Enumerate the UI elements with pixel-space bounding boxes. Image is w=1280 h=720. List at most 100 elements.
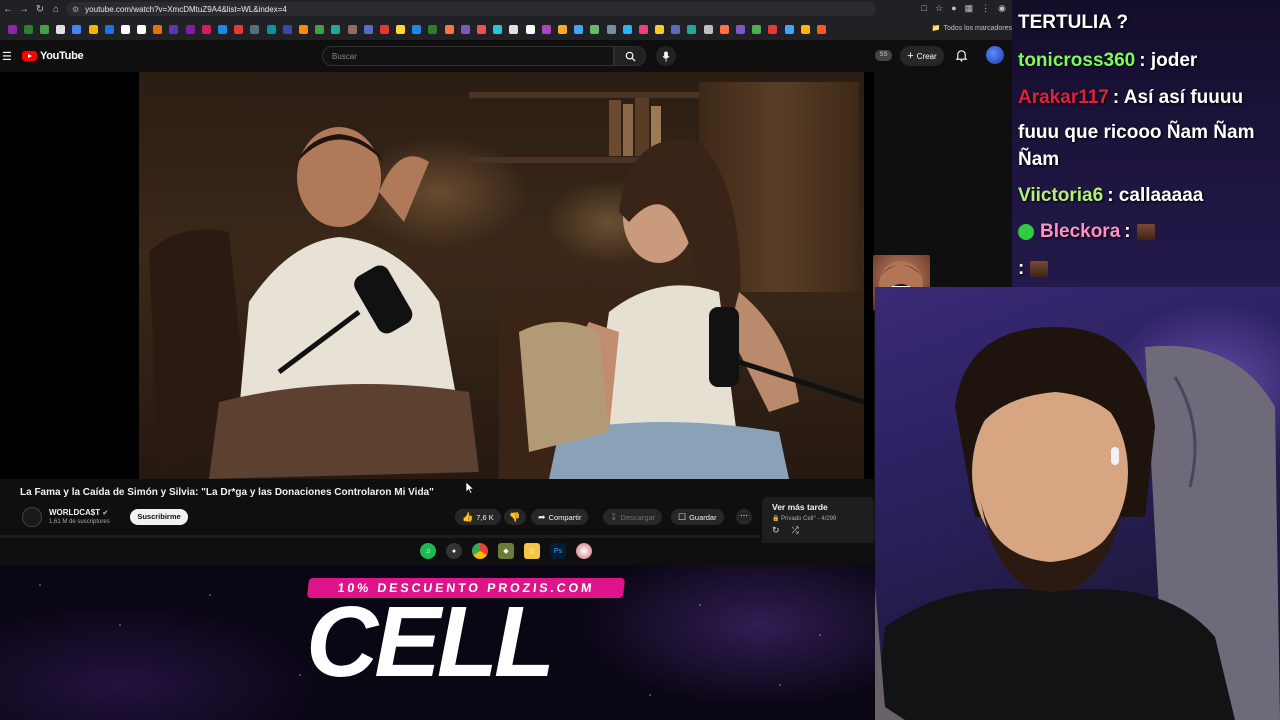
- bookmark-favicon-icon[interactable]: [412, 24, 422, 34]
- bookmark-favicon-icon[interactable]: [428, 24, 438, 34]
- photoshop-icon[interactable]: Ps: [550, 543, 566, 559]
- bookmark-favicon-icon[interactable]: [477, 24, 487, 34]
- more-horizontal-icon: ⋯: [740, 511, 748, 520]
- bookmark-favicon-icon[interactable]: [72, 24, 82, 34]
- bookmark-favicon-icon[interactable]: [153, 24, 163, 34]
- bookmark-favicon-icon[interactable]: [525, 24, 535, 34]
- download-button[interactable]: ↧ Descargar: [603, 509, 663, 525]
- bookmark-favicon-icon[interactable]: [7, 24, 17, 34]
- bookmark-favicon-icon[interactable]: [23, 24, 33, 34]
- spotify-icon[interactable]: ♫: [420, 543, 436, 559]
- file-explorer-icon[interactable]: ▯: [524, 543, 540, 559]
- bookmark-favicon-icon[interactable]: [703, 24, 713, 34]
- bookmark-favicon-icon[interactable]: [379, 24, 389, 34]
- more-actions-button[interactable]: ⋯: [736, 509, 752, 525]
- chat-username[interactable]: Bleckora: [1040, 221, 1120, 242]
- bookmark-favicon-icon[interactable]: [574, 24, 584, 34]
- loop-icon[interactable]: ↻: [772, 525, 780, 536]
- bookmark-favicon-icon[interactable]: [315, 24, 325, 34]
- all-bookmarks[interactable]: 📁 Todos los marcadores: [932, 24, 1012, 33]
- share-button[interactable]: ➦ Compartir: [531, 509, 589, 525]
- channel-avatar[interactable]: [22, 507, 42, 527]
- save-button[interactable]: ☐ Guardar: [671, 509, 724, 525]
- bookmark-favicon-icon[interactable]: [56, 24, 66, 34]
- notifications-icon[interactable]: [955, 49, 968, 62]
- bookmark-favicon-icon[interactable]: [266, 24, 276, 34]
- bookmark-favicon-icon[interactable]: [137, 24, 147, 34]
- bookmark-favicon-icon[interactable]: [557, 24, 567, 34]
- bookmark-favicon-icon[interactable]: [201, 24, 211, 34]
- back-icon[interactable]: ←: [0, 1, 16, 17]
- home-icon[interactable]: ⌂: [48, 1, 64, 17]
- bookmark-favicon-icon[interactable]: [347, 24, 357, 34]
- chat-username[interactable]: tonicross360: [1018, 50, 1135, 71]
- bookmark-favicon-icon[interactable]: [800, 24, 810, 34]
- site-info-icon[interactable]: ⚙: [72, 5, 79, 14]
- obs-icon[interactable]: ●: [446, 543, 462, 559]
- bookmark-favicon-icon[interactable]: [234, 24, 244, 34]
- chrome-icon[interactable]: [472, 543, 488, 559]
- like-button[interactable]: 👍 7,6 K: [455, 509, 501, 525]
- bookmark-favicon-icon[interactable]: [250, 24, 260, 34]
- bookmark-favicon-icon[interactable]: [185, 24, 195, 34]
- youtube-logo[interactable]: YouTube: [22, 50, 84, 62]
- voice-search-button[interactable]: [656, 46, 676, 66]
- bookmark-favicon-icon[interactable]: [816, 24, 826, 34]
- bookmark-favicon-icon[interactable]: [736, 24, 746, 34]
- bookmark-favicon-icon[interactable]: [719, 24, 729, 34]
- bookmark-favicon-icon[interactable]: [768, 24, 778, 34]
- bookmark-favicon-icon[interactable]: [493, 24, 503, 34]
- bookmark-favicon-icon[interactable]: [298, 24, 308, 34]
- channel-name-text: WORLDCA$T: [49, 508, 101, 517]
- bookmark-favicon-icon[interactable]: [88, 24, 98, 34]
- bookmark-favicon-icon[interactable]: [509, 24, 519, 34]
- profile-icon[interactable]: ◉: [998, 3, 1006, 14]
- bookmark-favicon-icon[interactable]: [120, 24, 130, 34]
- puzzle-icon[interactable]: ▦: [965, 3, 974, 14]
- bookmark-favicon-icon[interactable]: [460, 24, 470, 34]
- bookmark-favicon-icon[interactable]: [687, 24, 697, 34]
- minecraft-icon[interactable]: ◆: [498, 543, 514, 559]
- search-button[interactable]: [614, 46, 646, 66]
- create-label: Crear: [916, 51, 937, 61]
- bookmark-favicon-icon[interactable]: [541, 24, 551, 34]
- create-button[interactable]: + Crear: [900, 46, 944, 66]
- reload-icon[interactable]: ↻: [32, 1, 48, 17]
- bookmark-favicon-icon[interactable]: [622, 24, 632, 34]
- bookmark-favicon-icon[interactable]: [218, 24, 228, 34]
- bookmark-favicon-icon[interactable]: [331, 24, 341, 34]
- account-avatar[interactable]: [986, 46, 1004, 64]
- bookmark-favicon-icon[interactable]: [655, 24, 665, 34]
- bookmark-favicon-icon[interactable]: [363, 24, 373, 34]
- dislike-button[interactable]: 👎: [504, 509, 526, 525]
- menu-icon[interactable]: ⋮: [981, 3, 990, 14]
- bookmark-favicon-icon[interactable]: [671, 24, 681, 34]
- bookmark-star-icon[interactable]: ☆: [935, 3, 943, 14]
- chat-username[interactable]: Viictoria6: [1018, 185, 1103, 206]
- shuffle-icon[interactable]: ⤮: [792, 525, 799, 536]
- bookmark-favicon-icon[interactable]: [39, 24, 49, 34]
- playlist-panel[interactable]: Ver más tarde 🔒 Privado Cell° - 4/299 ↻ …: [762, 497, 874, 543]
- bookmark-favicon-icon[interactable]: [752, 24, 762, 34]
- hamburger-menu-icon[interactable]: ☰: [2, 50, 12, 63]
- bookmark-favicon-icon[interactable]: [590, 24, 600, 34]
- bookmark-favicon-icon[interactable]: [606, 24, 616, 34]
- bookmark-favicon-icon[interactable]: [444, 24, 454, 34]
- bookmark-favicon-icon[interactable]: [396, 24, 406, 34]
- forward-icon[interactable]: →: [16, 1, 32, 17]
- video-player[interactable]: [0, 72, 874, 479]
- search-input[interactable]: Buscar: [322, 46, 614, 66]
- subscribe-button[interactable]: Suscribirme: [130, 509, 188, 525]
- bookmark-favicon-icon[interactable]: [784, 24, 794, 34]
- chat-username[interactable]: Arakar117: [1018, 87, 1109, 108]
- install-icon[interactable]: □: [922, 3, 927, 14]
- app-icon[interactable]: [576, 543, 592, 559]
- channel-name[interactable]: WORLDCA$T ✔: [49, 508, 108, 517]
- bookmark-favicon-icon[interactable]: [638, 24, 648, 34]
- extensions-icon[interactable]: ●: [951, 3, 956, 14]
- address-bar[interactable]: ⚙ youtube.com/watch?v=XmcDMtuZ9A4&list=W…: [66, 2, 876, 16]
- bookmark-favicon-icon[interactable]: [104, 24, 114, 34]
- bookmark-favicon-icon[interactable]: [282, 24, 292, 34]
- bookmark-favicon-icon[interactable]: [169, 24, 179, 34]
- chat-text: Ñam: [1018, 149, 1060, 170]
